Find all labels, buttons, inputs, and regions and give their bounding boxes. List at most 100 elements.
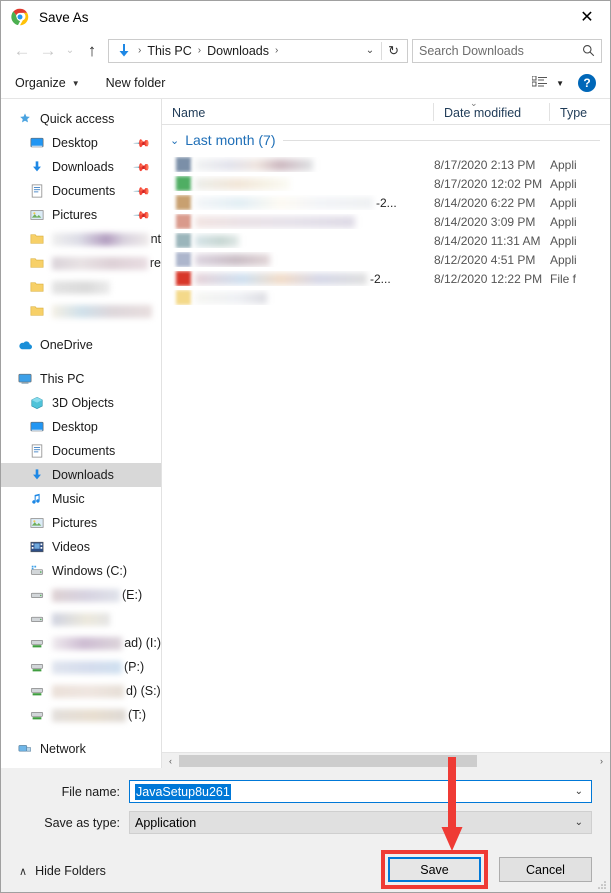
table-row[interactable]: 8/17/2020 2:13 PM Appli: [162, 155, 610, 174]
forward-icon[interactable]: →: [35, 38, 61, 64]
sidebar-item-music[interactable]: Music: [1, 487, 161, 511]
command-bar: Organize ▼ New folder ▼ ?: [1, 68, 610, 99]
new-folder-button[interactable]: New folder: [106, 76, 166, 90]
chevron-down-icon[interactable]: ⌄: [170, 134, 179, 147]
file-type: Appli: [550, 214, 577, 229]
sidebar-item-3d-objects[interactable]: 3D Objects: [1, 391, 161, 415]
sidebar-item-desktop[interactable]: Desktop 📌: [1, 131, 161, 155]
group-header-last-month[interactable]: ⌄ Last month (7): [162, 125, 610, 155]
horizontal-scrollbar[interactable]: ‹ ›: [162, 752, 610, 768]
sidebar-label: Network: [40, 742, 86, 756]
scroll-right-icon[interactable]: ›: [593, 756, 610, 766]
sidebar-item-blurred-drive[interactable]: (E:): [1, 583, 161, 607]
save-button[interactable]: Save: [388, 857, 481, 882]
address-bar[interactable]: › This PC › Downloads › ⌄ ↻: [108, 38, 408, 63]
sidebar-item-onedrive[interactable]: OneDrive: [1, 333, 161, 357]
sidebar-item-windows-c[interactable]: Windows (C:): [1, 559, 161, 583]
help-button[interactable]: ?: [578, 74, 596, 92]
scroll-thumb[interactable]: [179, 754, 478, 767]
file-type: Appli: [550, 176, 577, 191]
pin-icon[interactable]: 📌: [133, 158, 152, 176]
search-input[interactable]: Search Downloads: [412, 38, 602, 63]
file-type: Appli: [550, 157, 577, 172]
sidebar-item-blurred-folder[interactable]: nt: [1, 227, 161, 251]
file-rows: 8/17/2020 2:13 PM Appli 8/17/2020 12:02 …: [162, 155, 610, 752]
close-icon[interactable]: ✕: [564, 1, 610, 33]
sidebar-item-network[interactable]: Network: [1, 737, 161, 761]
sidebar-item-blurred-folder[interactable]: [1, 275, 161, 299]
back-icon[interactable]: ←: [9, 38, 35, 64]
save-as-type-select[interactable]: Application ⌄: [129, 811, 592, 834]
recent-locations-icon[interactable]: ⌄: [61, 38, 79, 64]
file-date: 8/14/2020 11:31 AM: [434, 233, 541, 248]
cancel-button[interactable]: Cancel: [499, 857, 592, 882]
pin-icon[interactable]: 📌: [133, 206, 152, 224]
table-row[interactable]: 8/17/2020 12:02 PM Appli: [162, 174, 610, 193]
column-header-type[interactable]: Type: [550, 99, 610, 124]
navigation-bar: ← → ⌄ ↑ › This PC › Downloads › ⌄ ↻ Sear…: [1, 33, 610, 68]
pictures-icon: [29, 515, 45, 531]
column-header-date-modified[interactable]: Date modified: [434, 99, 550, 124]
sidebar-label: Downloads: [52, 468, 114, 482]
sidebar-item-blurred-drive[interactable]: (T:): [1, 703, 161, 727]
sidebar-item-blurred-folder[interactable]: re: [1, 251, 161, 275]
save-as-dialog: Save As ✕ ← → ⌄ ↑ › This PC › Downloads …: [0, 0, 611, 893]
table-row[interactable]: 8/12/2020 4:51 PM Appli: [162, 250, 610, 269]
chevron-down-icon[interactable]: ▼: [556, 79, 564, 88]
up-icon[interactable]: ↑: [79, 38, 105, 64]
table-row[interactable]: [162, 288, 610, 307]
sidebar-item-downloads-selected[interactable]: Downloads: [1, 463, 161, 487]
blurred-label: [52, 256, 148, 270]
organize-button[interactable]: Organize ▼: [15, 76, 80, 90]
breadcrumb-downloads[interactable]: Downloads: [204, 44, 272, 58]
pin-icon[interactable]: 📌: [133, 134, 152, 152]
blurred-label: [52, 304, 152, 318]
sidebar-item-pictures[interactable]: Pictures: [1, 511, 161, 535]
sidebar-item-downloads[interactable]: Downloads 📌: [1, 155, 161, 179]
breadcrumb-separator: ›: [138, 45, 142, 56]
file-name-input[interactable]: JavaSetup8u261 ⌄: [129, 780, 592, 803]
table-row[interactable]: -2... 8/12/2020 12:22 PM File f: [162, 269, 610, 288]
column-header-name[interactable]: Name: [162, 99, 434, 124]
sidebar-item-this-pc[interactable]: This PC: [1, 367, 161, 391]
sidebar-item-blurred-drive[interactable]: [1, 607, 161, 631]
chevron-down-icon: ▼: [71, 78, 80, 88]
resize-grip-icon[interactable]: [597, 880, 607, 890]
file-type: Appli: [550, 195, 577, 210]
sidebar-label: Desktop: [52, 420, 98, 434]
cloud-icon: [17, 337, 33, 353]
sidebar-label: Pictures: [52, 516, 98, 530]
sidebar-item-desktop[interactable]: Desktop: [1, 415, 161, 439]
sidebar-item-blurred-drive[interactable]: ad) (I:): [1, 631, 161, 655]
sidebar-item-pictures[interactable]: Pictures 📌: [1, 203, 161, 227]
table-row[interactable]: -2... 8/14/2020 6:22 PM Appli: [162, 193, 610, 212]
folder-icon: [29, 255, 45, 271]
table-row[interactable]: 8/14/2020 3:09 PM Appli: [162, 212, 610, 231]
table-row[interactable]: 8/14/2020 11:31 AM Appli: [162, 231, 610, 250]
chevron-down-icon[interactable]: ⌄: [359, 45, 381, 56]
scroll-track[interactable]: [179, 753, 593, 769]
sidebar-item-blurred-drive[interactable]: (P:): [1, 655, 161, 679]
breadcrumb-this-pc[interactable]: This PC: [144, 44, 194, 58]
file-icon: [176, 252, 191, 267]
sidebar-item-documents[interactable]: Documents 📌: [1, 179, 161, 203]
folder-icon: [29, 231, 45, 247]
view-layout-icon[interactable]: [532, 76, 548, 90]
folder-icon: [176, 290, 191, 305]
file-name-cell: [162, 157, 434, 172]
pin-icon[interactable]: 📌: [133, 182, 152, 200]
sidebar-item-blurred-drive[interactable]: d) (S:): [1, 679, 161, 703]
sidebar-item-videos[interactable]: Videos: [1, 535, 161, 559]
sidebar-item-blurred-folder[interactable]: [1, 299, 161, 323]
chevron-down-icon[interactable]: ⌄: [575, 786, 587, 797]
network-drive-icon: [29, 659, 45, 675]
sidebar-item-quick-access[interactable]: Quick access: [1, 107, 161, 131]
blurred-label: [52, 232, 149, 246]
navigation-sidebar: Quick access Desktop 📌 Downloads 📌 Docum…: [1, 99, 162, 768]
blurred-label: [52, 636, 123, 650]
scroll-left-icon[interactable]: ‹: [162, 756, 179, 766]
sidebar-item-documents[interactable]: Documents: [1, 439, 161, 463]
chevron-down-icon[interactable]: ⌄: [575, 817, 587, 828]
refresh-icon[interactable]: ↻: [382, 43, 405, 59]
